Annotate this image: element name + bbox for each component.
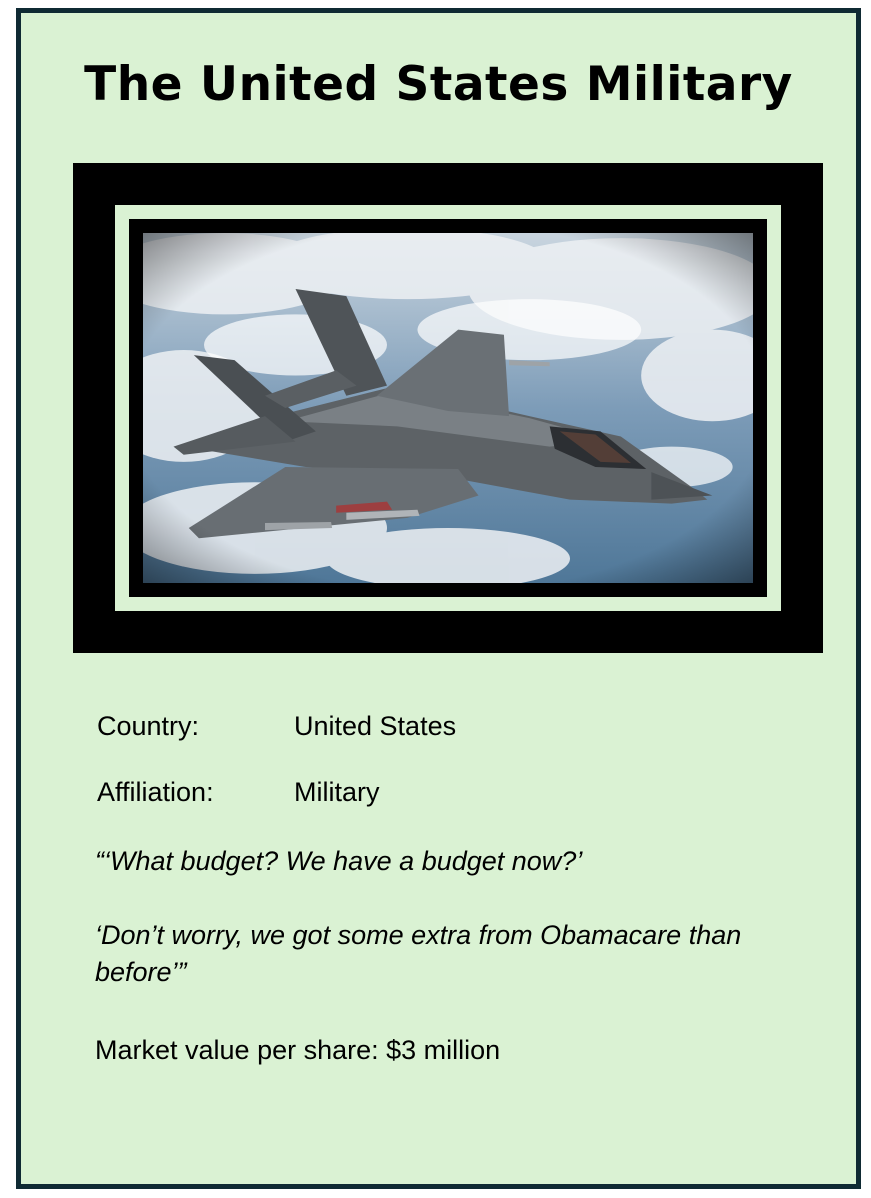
trading-card: The United States Military Country: Unit…: [16, 8, 861, 1189]
image-frame-mat: [115, 205, 781, 611]
country-value: United States: [294, 711, 457, 741]
image-frame-inner: [129, 219, 767, 597]
quote-line-1: “‘What budget? We have a budget now?’: [95, 846, 583, 876]
affiliation-value: Military: [294, 777, 380, 807]
affiliation-label: Affiliation:: [97, 777, 214, 807]
quote-line-2: ‘Don’t worry, we got some extra from Oba…: [95, 920, 742, 987]
jet-photo-svg: [143, 233, 753, 583]
card-title: The United States Military: [84, 57, 793, 112]
country-label: Country:: [97, 711, 200, 741]
market-value: Market value per share: $3 million: [95, 1035, 501, 1065]
fighter-jet-image: [143, 233, 753, 583]
image-frame-outer: [73, 163, 823, 653]
